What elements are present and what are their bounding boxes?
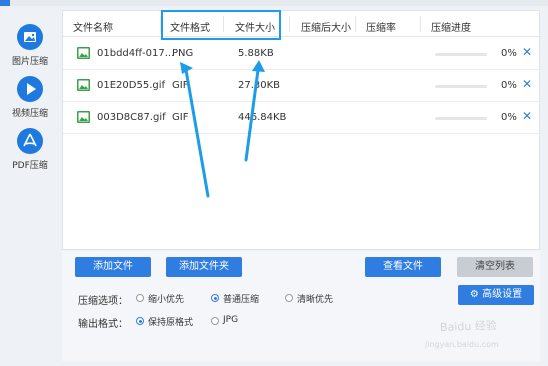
gear-icon: ⚙ <box>469 289 479 300</box>
advanced-settings-button[interactable]: ⚙ 高级设置 <box>458 285 534 305</box>
app-window: 图片压缩 视频压缩 PDF压缩 文件名称 文件格式 文件大小 压缩后大小 压缩率… <box>0 0 548 366</box>
watermark: Baidu 经验 <box>439 319 498 334</box>
radio-smaller-first[interactable] <box>136 294 144 302</box>
radio-keep-format[interactable] <box>136 317 144 325</box>
radio-label: 缩小优先 <box>148 295 185 305</box>
add-file-button[interactable]: 添加文件 <box>75 257 151 277</box>
radio-label: 保持原格式 <box>148 318 194 328</box>
watermark-url: jingyan.baidu.com <box>425 340 499 349</box>
clear-list-button[interactable]: 清空列表 <box>457 257 533 277</box>
view-file-button[interactable]: 查看文件 <box>365 257 441 277</box>
compress-options-label: 压缩选项： <box>78 296 128 307</box>
output-format-label: 输出格式： <box>78 319 128 330</box>
annotation-arrow-size <box>244 60 265 162</box>
radio-label: 清晰优先 <box>297 295 334 305</box>
radio-clarity-first[interactable] <box>285 294 293 302</box>
radio-label: JPG <box>223 315 239 325</box>
radio-normal-compress[interactable] <box>211 294 219 302</box>
radio-jpg[interactable] <box>211 317 219 325</box>
add-folder-button[interactable]: 添加文件夹 <box>166 257 242 277</box>
radio-label: 普通压缩 <box>223 295 260 305</box>
annotation-arrow-format <box>180 62 210 198</box>
advanced-settings-label: 高级设置 <box>482 289 523 300</box>
